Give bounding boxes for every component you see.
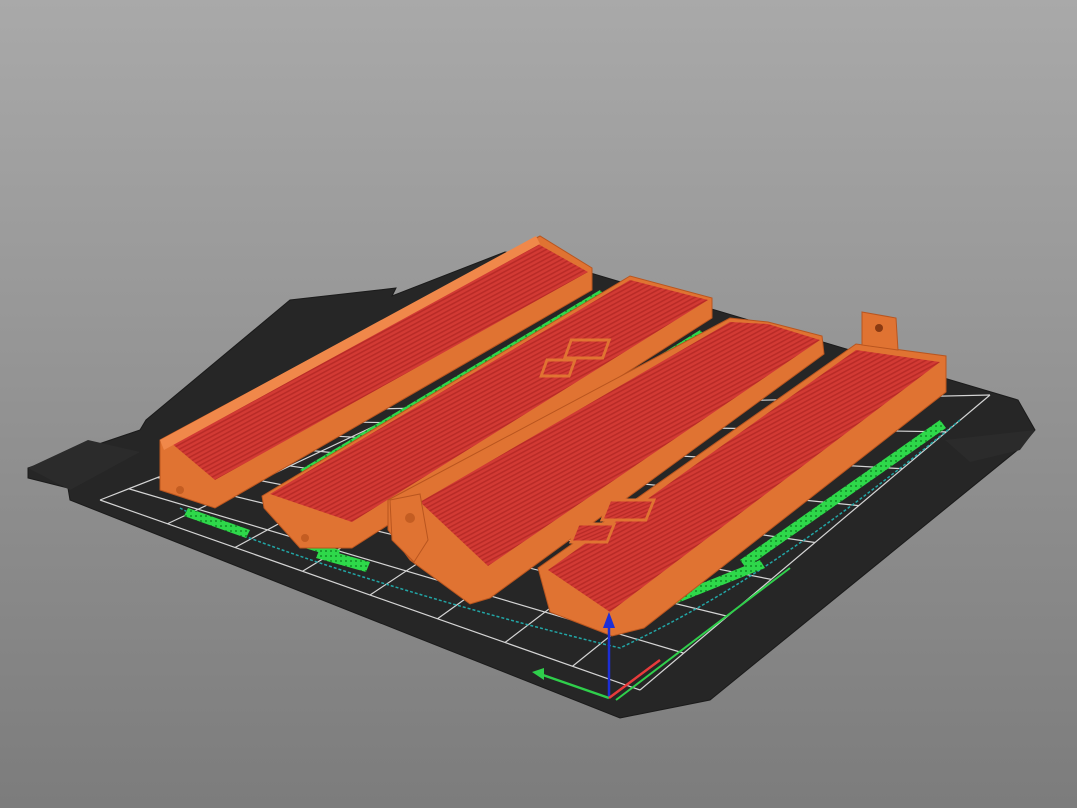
part-1-hole bbox=[176, 486, 184, 494]
part-3-pad-1 bbox=[562, 338, 612, 360]
part-4-pad-1 bbox=[599, 498, 657, 522]
part-2-hole bbox=[301, 534, 309, 542]
part-3-pad-2 bbox=[539, 358, 578, 378]
3d-viewport[interactable] bbox=[0, 0, 1077, 808]
part-4-tab-hole bbox=[875, 324, 883, 332]
part-3-hole bbox=[405, 513, 415, 523]
part-4-pad-2 bbox=[568, 522, 617, 544]
